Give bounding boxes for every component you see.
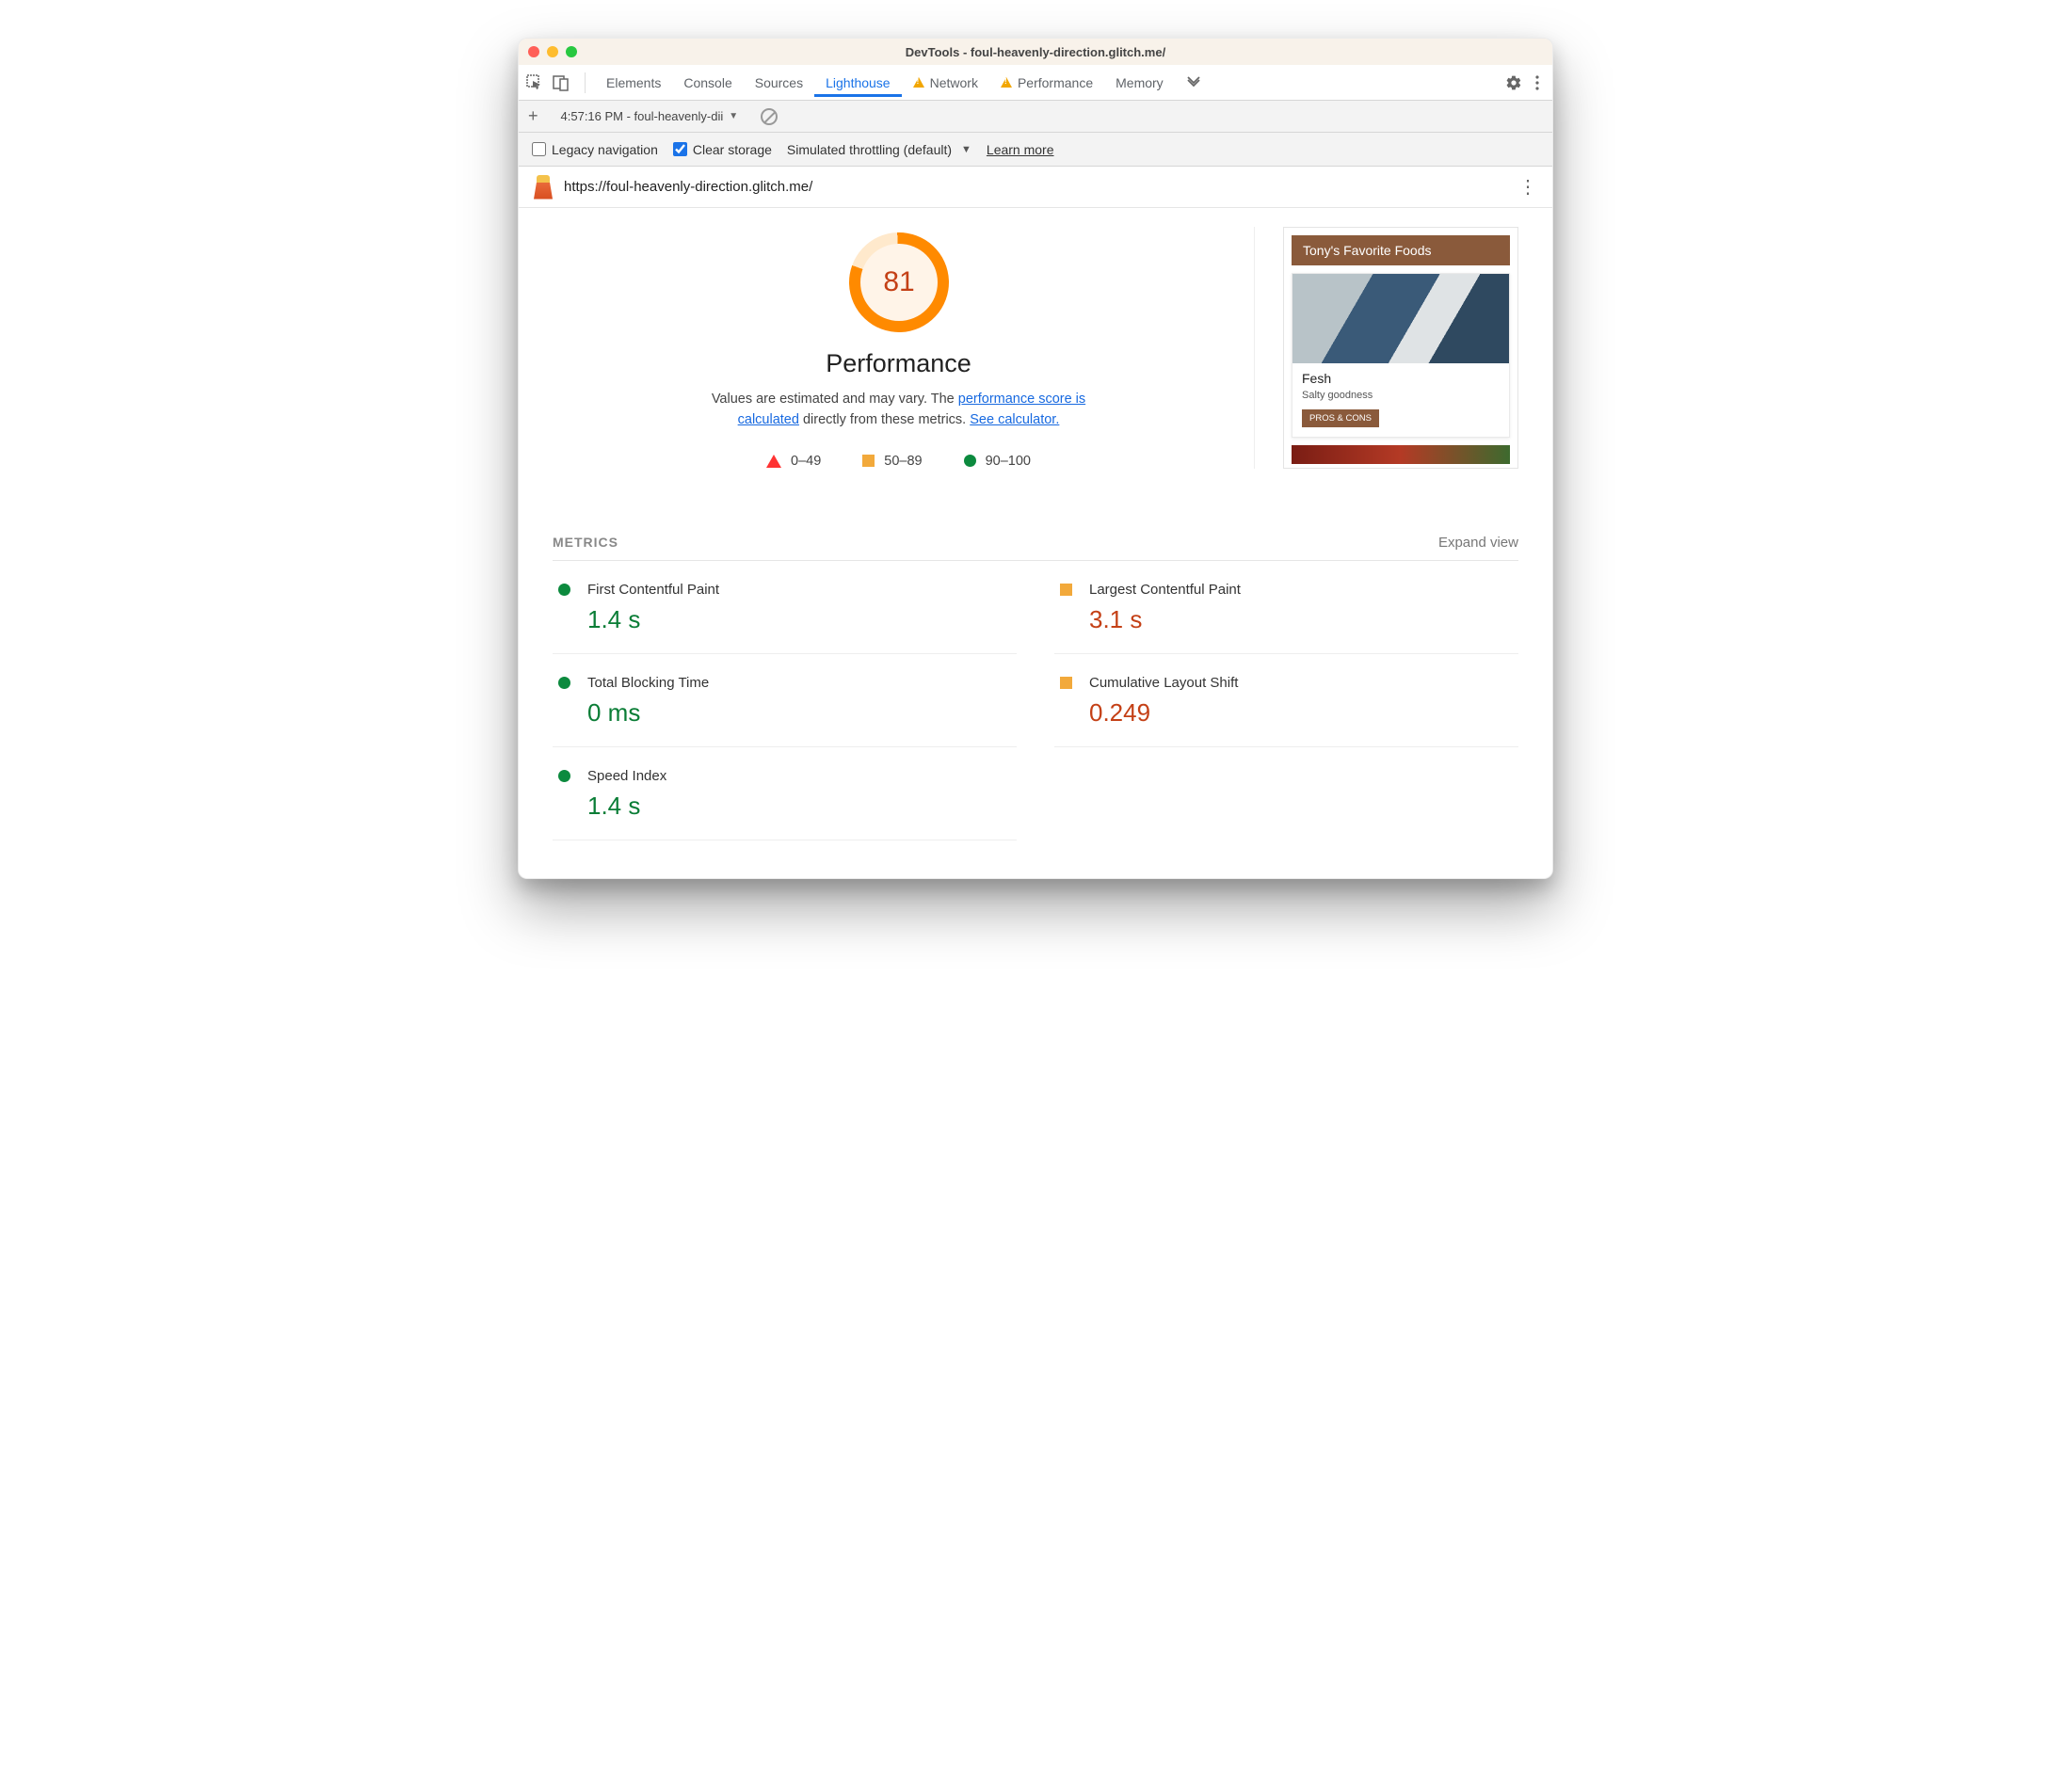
circle-icon — [964, 455, 976, 467]
report-content: 81 Performance Values are estimated and … — [519, 208, 1552, 878]
tab-performance[interactable]: Performance — [989, 69, 1104, 97]
metric-item[interactable]: Cumulative Layout Shift 0.249 — [1054, 654, 1518, 747]
panel-tabbar: Elements Console Sources Lighthouse Network P… — [519, 65, 1552, 101]
clear-icon[interactable] — [761, 108, 778, 125]
tab-label: Performance — [1018, 75, 1093, 90]
triangle-icon — [766, 455, 781, 468]
lighthouse-logo-icon — [534, 175, 553, 200]
report-url-bar: https://foul-heavenly-direction.glitch.m… — [519, 167, 1552, 208]
calculator-link[interactable]: See calculator. — [970, 412, 1059, 427]
circle-icon — [558, 770, 570, 782]
preview-image-strip — [1292, 445, 1510, 464]
lighthouse-options-bar: Legacy navigation Clear storage Simulate… — [519, 133, 1552, 167]
lighthouse-toolbar: + 4:57:16 PM - foul-heavenly-dii ▼ — [519, 101, 1552, 133]
metric-value: 0 ms — [587, 698, 1011, 728]
tab-console[interactable]: Console — [672, 69, 743, 97]
inspect-element-icon[interactable] — [526, 74, 543, 91]
chevron-down-icon: ▼ — [961, 144, 971, 155]
kebab-menu-icon[interactable] — [1526, 75, 1545, 90]
settings-gear-icon[interactable] — [1505, 74, 1522, 91]
learn-more-link[interactable]: Learn more — [987, 142, 1054, 157]
square-icon — [1060, 677, 1072, 689]
tab-network[interactable]: Network — [902, 69, 989, 97]
tab-label: Sources — [755, 75, 803, 90]
report-selector-label: 4:57:16 PM - foul-heavenly-dii — [561, 109, 724, 123]
metric-item[interactable]: Speed Index 1.4 s — [553, 747, 1017, 840]
clear-storage-label: Clear storage — [693, 142, 772, 157]
metric-item[interactable]: Largest Contentful Paint 3.1 s — [1054, 561, 1518, 654]
circle-icon — [558, 677, 570, 689]
gauge-title: Performance — [826, 349, 971, 378]
preview-image — [1292, 274, 1509, 363]
metric-value: 1.4 s — [587, 605, 1011, 634]
window-title: DevTools - foul-heavenly-direction.glitc… — [519, 45, 1552, 59]
throttling-label: Simulated throttling (default) — [787, 142, 952, 157]
circle-icon — [558, 584, 570, 596]
new-report-button[interactable]: + — [528, 106, 538, 126]
warning-icon — [1001, 77, 1012, 88]
performance-gauge: 81 — [847, 231, 951, 334]
metric-value: 1.4 s — [587, 792, 1011, 821]
tab-memory[interactable]: Memory — [1104, 69, 1175, 97]
divider — [585, 72, 586, 93]
tab-label: Network — [930, 75, 978, 90]
hero-section: 81 Performance Values are estimated and … — [553, 227, 1518, 469]
score-legend: 0–49 50–89 90–100 — [766, 454, 1031, 469]
score-description: Values are estimated and may vary. The p… — [697, 390, 1101, 431]
metrics-grid: First Contentful Paint 1.4 s Largest Conte… — [553, 561, 1518, 840]
report-menu-icon[interactable]: ⋮ — [1518, 184, 1537, 191]
tab-sources[interactable]: Sources — [744, 69, 814, 97]
score-panel: 81 Performance Values are estimated and … — [553, 227, 1255, 469]
report-selector[interactable]: 4:57:16 PM - foul-heavenly-dii ▼ — [561, 109, 739, 123]
tab-label: Console — [683, 75, 731, 90]
legend-fail: 0–49 — [766, 454, 821, 469]
legacy-nav-checkbox[interactable]: Legacy navigation — [532, 142, 658, 157]
tab-elements[interactable]: Elements — [595, 69, 672, 97]
expand-view-button[interactable]: Expand view — [1438, 535, 1518, 551]
metric-value: 0.249 — [1089, 698, 1513, 728]
square-icon — [862, 455, 875, 467]
metric-name: Speed Index — [587, 768, 666, 784]
devtools-window: DevTools - foul-heavenly-direction.glitc… — [518, 38, 1553, 879]
tab-lighthouse[interactable]: Lighthouse — [814, 69, 902, 97]
metric-name: First Contentful Paint — [587, 582, 719, 598]
preview-card: Fesh Salty goodness PROS & CONS — [1292, 273, 1510, 438]
legend-pass: 90–100 — [964, 454, 1031, 469]
preview-card-subtitle: Salty goodness — [1302, 390, 1500, 401]
device-toggle-icon[interactable] — [553, 74, 570, 91]
gauge-score: 81 — [883, 266, 914, 298]
metric-name: Total Blocking Time — [587, 675, 709, 691]
legacy-nav-input[interactable] — [532, 142, 546, 156]
tab-label: Memory — [1116, 75, 1164, 90]
window-titlebar: DevTools - foul-heavenly-direction.glitc… — [519, 39, 1552, 65]
metric-name: Cumulative Layout Shift — [1089, 675, 1238, 691]
clear-storage-checkbox[interactable]: Clear storage — [673, 142, 772, 157]
preview-card-button: PROS & CONS — [1302, 409, 1379, 427]
tab-label: Lighthouse — [826, 75, 891, 90]
report-url: https://foul-heavenly-direction.glitch.m… — [564, 179, 812, 195]
tab-label: Elements — [606, 75, 661, 90]
warning-icon — [913, 77, 924, 88]
clear-storage-input[interactable] — [673, 142, 687, 156]
metric-value: 3.1 s — [1089, 605, 1513, 634]
preview-header: Tony's Favorite Foods — [1292, 235, 1510, 265]
legend-average: 50–89 — [862, 454, 922, 469]
metric-name: Largest Contentful Paint — [1089, 582, 1241, 598]
metrics-header: METRICS Expand view — [553, 535, 1518, 561]
preview-card-title: Fesh — [1302, 371, 1500, 386]
page-screenshot-preview: Tony's Favorite Foods Fesh Salty goodnes… — [1283, 227, 1518, 469]
square-icon — [1060, 584, 1072, 596]
more-tabs-icon[interactable] — [1179, 75, 1209, 90]
metric-item[interactable]: First Contentful Paint 1.4 s — [553, 561, 1017, 654]
legacy-nav-label: Legacy navigation — [552, 142, 658, 157]
metrics-heading: METRICS — [553, 535, 618, 550]
metric-item[interactable]: Total Blocking Time 0 ms — [553, 654, 1017, 747]
throttling-selector[interactable]: Simulated throttling (default) — [787, 142, 952, 157]
chevron-down-icon: ▼ — [729, 111, 738, 121]
